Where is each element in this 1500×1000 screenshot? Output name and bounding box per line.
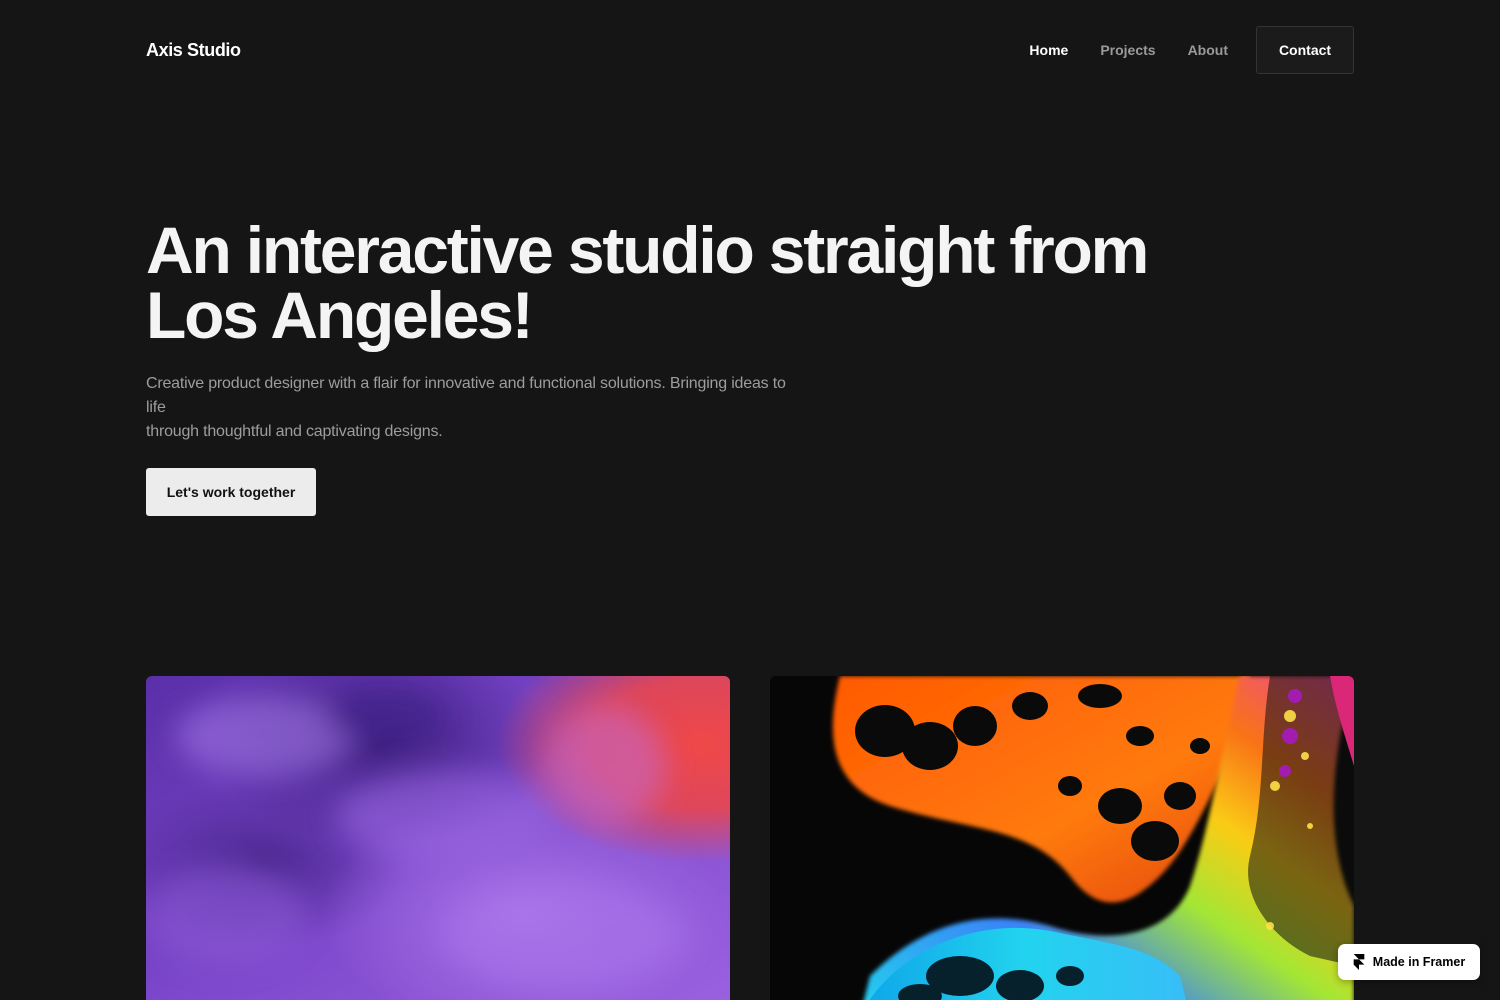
fluid-art-image <box>770 676 1354 1000</box>
framer-logo-icon <box>1353 954 1365 970</box>
nav-projects-link[interactable]: Projects <box>1100 42 1155 58</box>
logo[interactable]: Axis Studio <box>146 40 241 61</box>
page: Axis Studio Home Projects About Contact … <box>0 0 1500 1000</box>
hero-subtitle-line-2: through thoughtful and captivating desig… <box>146 423 443 440</box>
hero-title-line-2: Los Angeles! <box>146 278 534 352</box>
project-card-1[interactable] <box>146 676 730 1000</box>
main-nav: Home Projects About Contact <box>1029 26 1354 74</box>
hero-subtitle: Creative product designer with a flair f… <box>146 372 806 444</box>
purple-smoke-image <box>146 676 730 1000</box>
work-together-button[interactable]: Let's work together <box>146 468 316 516</box>
site-header: Axis Studio Home Projects About Contact <box>146 26 1354 74</box>
nav-about-link[interactable]: About <box>1188 42 1228 58</box>
hero-title: An interactive studio straight from Los … <box>146 217 1206 348</box>
made-in-framer-label: Made in Framer <box>1372 955 1466 969</box>
contact-button[interactable]: Contact <box>1256 26 1354 74</box>
hero-subtitle-line-1: Creative product designer with a flair f… <box>146 375 786 416</box>
hero-title-line-1: An interactive studio straight from <box>146 213 1149 287</box>
made-in-framer-badge[interactable]: Made in Framer <box>1338 944 1480 980</box>
nav-home-link[interactable]: Home <box>1029 42 1068 58</box>
project-card-2[interactable] <box>770 676 1354 1000</box>
